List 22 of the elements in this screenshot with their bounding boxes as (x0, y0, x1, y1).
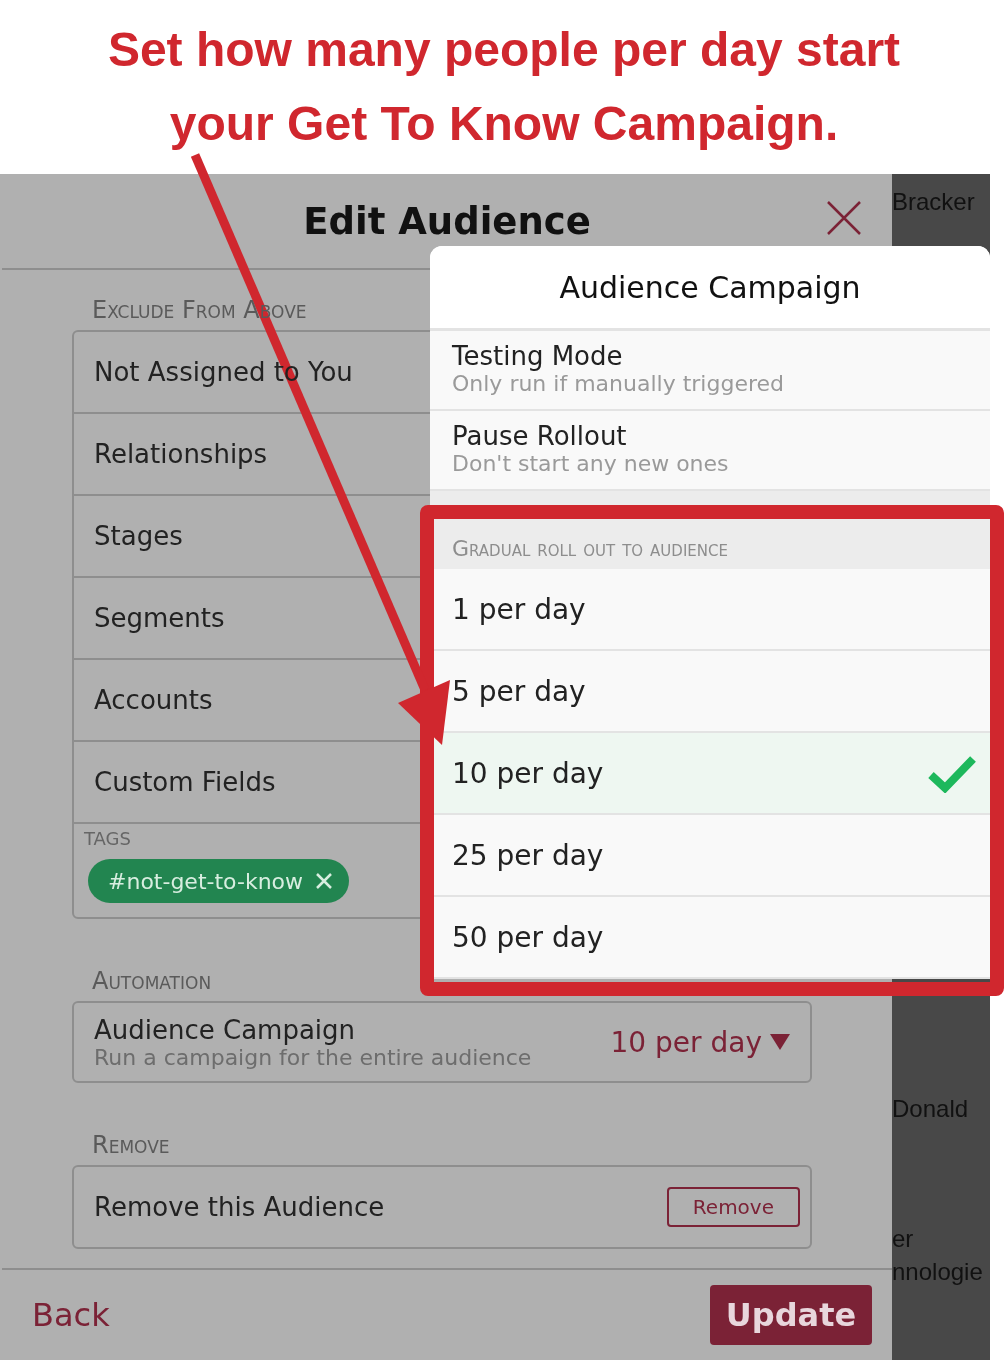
back-button[interactable]: Back (32, 1296, 110, 1334)
campaign-row[interactable]: Audience Campaign Run a campaign for the entire audience 10 per day (72, 1001, 812, 1083)
popover-title: Audience Campaign (430, 246, 990, 331)
remove-label: Remove this Audience (94, 1192, 385, 1222)
background-text: nnologie (892, 1258, 983, 1286)
close-icon[interactable] (826, 200, 862, 236)
update-button[interactable]: Update (710, 1285, 872, 1345)
campaign-subtitle: Run a campaign for the entire audience (94, 1044, 532, 1070)
campaign-title: Audience Campaign (94, 1014, 357, 1045)
background-text: er (892, 1225, 914, 1253)
modal-title: Edit Audience (303, 199, 591, 243)
annotation-caption: Set how many people per day start your Get To Know Campaign. (106, 22, 902, 152)
tags-label: TAGS (84, 828, 132, 849)
menu-item[interactable]: Testing Mode Only run if manually triggered (430, 331, 990, 411)
background-text: Donald (892, 1095, 969, 1123)
section-heading: Automation (92, 967, 213, 995)
rate-value[interactable]: 10 per day (610, 1025, 762, 1059)
caret-icon[interactable] (770, 1034, 790, 1050)
background-text: Bracker (892, 188, 975, 216)
tag-chip[interactable]: #not-get-to-know (88, 859, 350, 903)
remove-button[interactable]: Remove (666, 1187, 800, 1227)
section-heading: Remove (92, 1131, 171, 1159)
